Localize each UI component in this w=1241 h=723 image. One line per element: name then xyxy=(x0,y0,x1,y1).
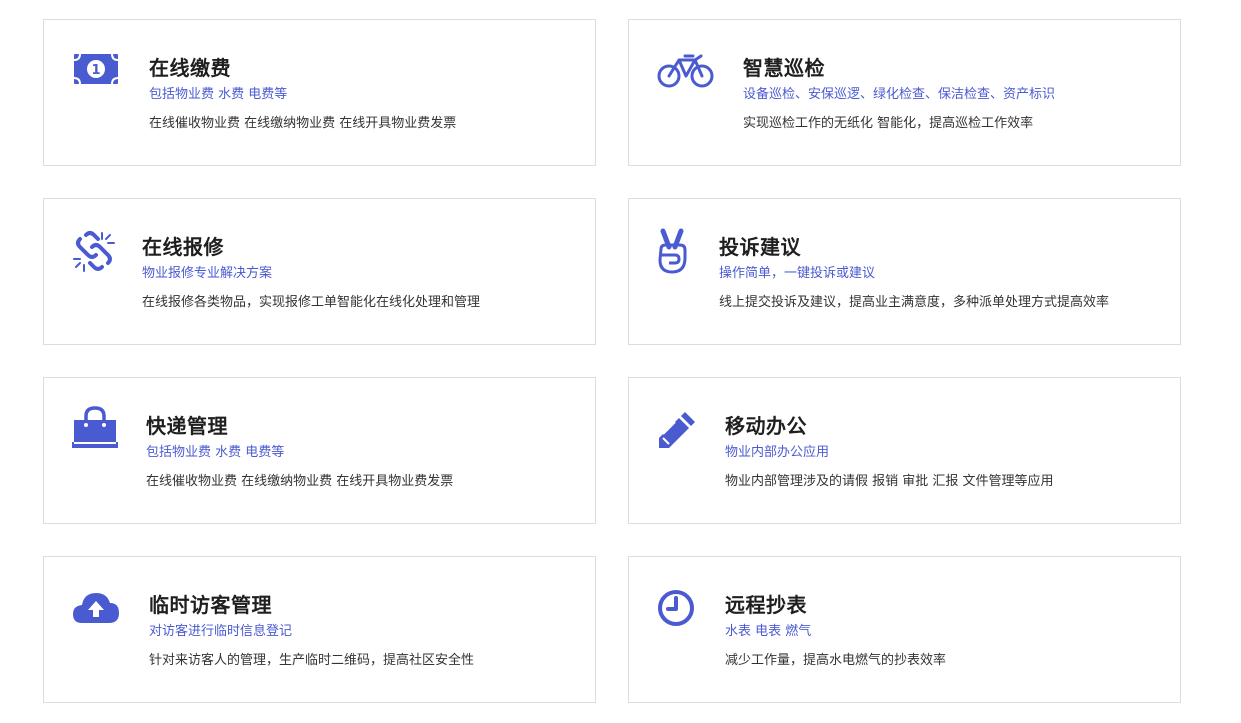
card-title: 临时访客管理 xyxy=(149,593,272,617)
svg-text:1: 1 xyxy=(91,63,100,78)
card-description: 线上提交投诉及建议，提高业主满意度，多种派单处理方式提高效率 xyxy=(719,295,1110,310)
card-title: 移动办公 xyxy=(725,414,807,438)
service-card-online-repair[interactable]: 在线报修 物业报修专业解决方案 在线报修各类物品，实现报修工单智能化在线化处理和… xyxy=(43,198,596,345)
clock-icon xyxy=(657,589,695,627)
card-description: 物业内部管理涉及的请假 报销 审批 汇报 文件管理等应用 xyxy=(725,474,1054,489)
card-subtitle: 物业报修专业解决方案 xyxy=(142,266,273,281)
card-subtitle: 对访客进行临时信息登记 xyxy=(149,624,293,639)
card-title: 在线缴费 xyxy=(149,56,231,80)
card-description: 减少工作量，提高水电燃气的抄表效率 xyxy=(725,653,947,668)
card-description: 在线催收物业费 在线缴纳物业费 在线开具物业费发票 xyxy=(146,474,454,489)
card-title: 在线报修 xyxy=(142,235,224,259)
service-card-remote-meter[interactable]: 远程抄表 水表 电表 燃气 减少工作量，提高水电燃气的抄表效率 xyxy=(628,556,1181,703)
service-card-online-payment[interactable]: 1 在线缴费 包括物业费 水费 电费等 在线催收物业费 在线缴纳物业费 在线开具… xyxy=(43,19,596,166)
victory-hand-icon xyxy=(655,227,691,275)
money-bill-icon: 1 xyxy=(71,44,121,94)
card-subtitle: 设备巡检、安保巡逻、绿化检查、保洁检查、资产标识 xyxy=(743,87,1056,102)
card-title: 远程抄表 xyxy=(725,593,807,617)
cloud-upload-icon xyxy=(72,589,120,629)
card-description: 实现巡检工作的无纸化 智能化，提高巡检工作效率 xyxy=(743,116,1034,131)
card-title: 智慧巡检 xyxy=(743,56,825,80)
broken-link-icon xyxy=(72,229,116,273)
service-card-mobile-office[interactable]: 移动办公 物业内部办公应用 物业内部管理涉及的请假 报销 审批 汇报 文件管理等… xyxy=(628,377,1181,524)
card-description: 在线催收物业费 在线缴纳物业费 在线开具物业费发票 xyxy=(149,116,457,131)
service-card-complaints[interactable]: 投诉建议 操作简单，一键投诉或建议 线上提交投诉及建议，提高业主满意度，多种派单… xyxy=(628,198,1181,345)
card-subtitle: 包括物业费 水费 电费等 xyxy=(146,445,285,460)
card-description: 针对来访客人的管理，生产临时二维码，提高社区安全性 xyxy=(149,653,475,668)
shopping-bag-icon xyxy=(72,406,118,454)
card-subtitle: 操作简单，一键投诉或建议 xyxy=(719,266,876,281)
card-title: 投诉建议 xyxy=(719,235,801,259)
service-card-express[interactable]: 快递管理 包括物业费 水费 电费等 在线催收物业费 在线缴纳物业费 在线开具物业… xyxy=(43,377,596,524)
pencil-icon xyxy=(657,410,697,450)
service-card-visitor[interactable]: 临时访客管理 对访客进行临时信息登记 针对来访客人的管理，生产临时二维码，提高社… xyxy=(43,556,596,703)
card-description: 在线报修各类物品，实现报修工单智能化在线化处理和管理 xyxy=(142,295,481,310)
card-title: 快递管理 xyxy=(146,414,228,438)
service-card-smart-inspection[interactable]: 智慧巡检 设备巡检、安保巡逻、绿化检查、保洁检查、资产标识 实现巡检工作的无纸化… xyxy=(628,19,1181,166)
card-subtitle: 包括物业费 水费 电费等 xyxy=(149,87,288,102)
card-subtitle: 水表 电表 燃气 xyxy=(725,624,812,639)
card-subtitle: 物业内部办公应用 xyxy=(725,445,830,460)
bicycle-icon xyxy=(657,48,715,92)
